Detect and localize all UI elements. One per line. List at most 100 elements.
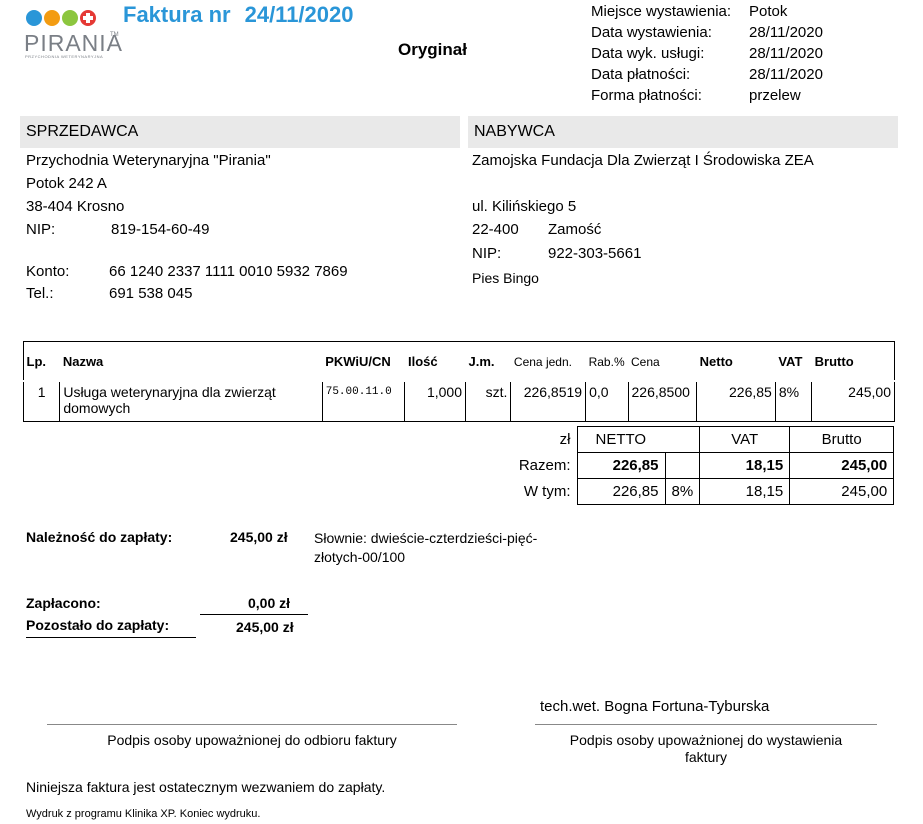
- col-unit-price: Cena jedn.: [513, 354, 572, 369]
- col-price: Cena: [631, 354, 660, 369]
- buyer-nip-label: NIP:: [472, 245, 502, 262]
- summary-total-label: Razem:: [518, 457, 571, 474]
- printout-footer: Wydruk z programu Klinika XP. Koniec wyd…: [26, 808, 261, 820]
- col-gross: Brutto: [814, 354, 854, 369]
- summary-total-row: Razem: 226,85 18,15 245,00: [497, 452, 895, 479]
- remaining-label: Pozostało do zapłaty:: [26, 617, 170, 633]
- invoice-title: Faktura nr 24/11/2020: [123, 2, 354, 28]
- meta-label: Forma płatności:: [591, 87, 702, 104]
- buyer-city: Zamość: [548, 221, 602, 238]
- remaining-value: 245,00 zł: [236, 619, 294, 635]
- buyer-postcode: 22-400: [472, 221, 519, 238]
- item-vat: 8%: [774, 382, 812, 422]
- amount-in-words-2: złotych-00/100: [314, 549, 406, 565]
- meta-value: Potok: [749, 3, 788, 20]
- seller-city: 38-404 Krosno: [26, 198, 125, 215]
- amount-in-words-1: Słownie: dwieście-czterdzieści-pięć-: [314, 530, 538, 546]
- buyer-heading-band: NABYWCA: [468, 116, 898, 148]
- item-net: 226,85: [696, 382, 776, 422]
- paid-label: Zapłacono:: [26, 595, 101, 611]
- meta-value: przelew: [749, 87, 801, 104]
- seller-heading-band: SPRZEDAWCA: [20, 116, 460, 148]
- summary-total-empty: [664, 452, 701, 479]
- receiver-signature-caption: Podpis osoby upoważnionej do odbioru fak…: [107, 732, 397, 748]
- summary-total-net: 226,85: [576, 452, 665, 479]
- col-net: Netto: [699, 354, 733, 369]
- seller-name: Przychodnia Weterynaryjna "Pirania": [26, 152, 271, 169]
- item-lp: 1: [22, 382, 60, 422]
- pirania-logo: PIRANIA TM PRZYCHODNIA WETERYNARYJNA: [24, 10, 124, 62]
- seller-phone-label: Tel.:: [26, 285, 54, 302]
- issuer-signature-caption-1: Podpis osoby upoważnionej do wystawienia: [569, 732, 843, 748]
- items-header-row: Lp. Nazwa PKWiU/CN Ilość J.m. Cena jedn.…: [24, 341, 895, 382]
- item-gross: 245,00: [811, 382, 895, 422]
- col-discount: Rab.%: [588, 354, 625, 369]
- summary-col-net: NETTO: [576, 426, 701, 453]
- seller-street: Potok 242 A: [26, 175, 107, 192]
- logo-trademark: TM: [110, 32, 119, 38]
- meta-value: 28/11/2020: [749, 45, 823, 62]
- issuer-name: tech.wet. Bogna Fortuna-Tyburska: [540, 698, 770, 715]
- col-qty: Ilość: [407, 354, 438, 369]
- copy-label: Oryginał: [398, 40, 467, 59]
- table-row: 1 Usługa weterynaryjna dla zwierząt domo…: [22, 382, 895, 422]
- invoice-number: 24/11/2020: [244, 2, 354, 27]
- summary-breakdown-row: W tym: 226,85 8% 18,15 245,00: [497, 478, 895, 505]
- summary-table: zł NETTO VAT Brutto Razem: 226,85 18,15 …: [497, 426, 895, 505]
- summary-breakdown-net: 226,85: [576, 478, 666, 505]
- summary-currency: zł: [559, 431, 571, 448]
- invoice-title-label: Faktura nr: [123, 2, 231, 27]
- summary-total-gross: 245,00: [789, 452, 895, 479]
- item-unit-price: 226,8519: [510, 382, 586, 422]
- meta-label: Data płatności:: [591, 66, 691, 83]
- col-name: Nazwa: [62, 354, 104, 369]
- col-pkwiu: PKWiU/CN: [325, 354, 391, 369]
- logo-wordmark: PIRANIA: [24, 30, 124, 56]
- dog-icon: [62, 10, 78, 26]
- meta-value: 28/11/2020: [749, 24, 823, 41]
- buyer-heading: NABYWCA: [474, 123, 555, 140]
- summary-col-vat: VAT: [699, 426, 791, 453]
- summary-breakdown-label: W tym:: [523, 483, 571, 500]
- paid-value: 0,00 zł: [248, 595, 291, 611]
- item-price: 226,8500: [627, 382, 697, 422]
- meta-label: Miejsce wystawienia:: [591, 3, 732, 20]
- meta-label: Data wystawienia:: [591, 24, 712, 41]
- buyer-name: Zamojska Fundacja Dla Zwierząt I Środowi…: [472, 152, 814, 169]
- logo-icons: [26, 10, 96, 26]
- buyer-note: Pies Bingo: [472, 270, 539, 286]
- summary-header-row: zł NETTO VAT Brutto: [497, 426, 895, 453]
- summary-breakdown-vat: 18,15: [699, 478, 791, 505]
- col-lp: Lp.: [26, 354, 47, 369]
- item-pkwiu: 75.00.11.0: [321, 382, 405, 422]
- col-vat: VAT: [778, 354, 803, 369]
- seller-account: 66 1240 2337 1111 0010 5932 7869: [109, 263, 348, 280]
- cat-icon: [44, 10, 60, 26]
- seller-nip-label: NIP:: [26, 221, 56, 238]
- fish-icon: [26, 10, 42, 26]
- seller-nip: 819-154-60-49: [111, 221, 210, 238]
- receiver-signature-line: [47, 724, 457, 725]
- items-table: Lp. Nazwa PKWiU/CN Ilość J.m. Cena jedn.…: [22, 341, 895, 422]
- seller-account-label: Konto:: [26, 263, 70, 280]
- col-unit: J.m.: [468, 354, 495, 369]
- amount-due-value: 245,00 zł: [230, 529, 288, 545]
- buyer-street: ul. Kilińskiego 5: [472, 198, 577, 215]
- meta-label: Data wyk. usługi:: [591, 45, 705, 62]
- seller-heading: SPRZEDAWCA: [26, 123, 139, 140]
- item-discount: 0,0: [585, 382, 628, 422]
- summary-total-vat: 18,15: [699, 452, 791, 479]
- paid-underline: [200, 614, 308, 615]
- item-name: Usługa weterynaryjna dla zwierząt domowy…: [59, 382, 323, 422]
- logo-subtitle: PRZYCHODNIA WETERYNARYJNA: [25, 54, 104, 59]
- buyer-nip: 922-303-5661: [548, 245, 642, 262]
- item-unit: szt.: [465, 382, 511, 422]
- remaining-label-underline: [26, 637, 196, 638]
- summary-breakdown-rate: 8%: [664, 478, 701, 505]
- issuer-signature-line: [535, 724, 877, 725]
- issuer-signature-caption-2: faktury: [684, 749, 727, 765]
- summary-col-gross: Brutto: [789, 426, 895, 453]
- medical-cross-icon: [80, 10, 96, 26]
- meta-value: 28/11/2020: [749, 66, 823, 83]
- item-qty: 1,000: [404, 382, 466, 422]
